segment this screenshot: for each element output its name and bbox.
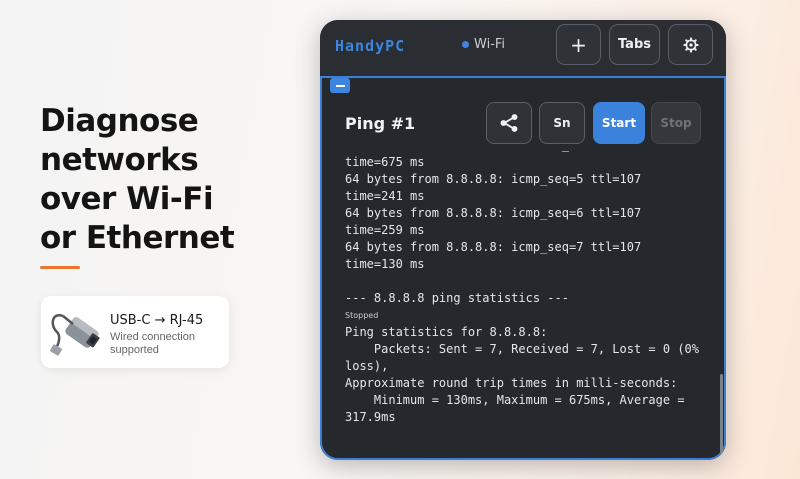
- connection-label: Wi-Fi: [474, 37, 506, 52]
- app-titlebar: HandyPC Wi-Fi + Tabs: [320, 20, 726, 76]
- settings-button[interactable]: [668, 24, 713, 65]
- console-line: 64 bytes from 8.8.8.8: icmp_seq=6 ttl=10…: [345, 206, 642, 220]
- adapter-title: USB-C → RJ-45: [110, 313, 204, 328]
- sn-button[interactable]: Sn: [539, 102, 585, 144]
- headline: Diagnose networks over Wi-Fi or Ethernet: [40, 102, 290, 258]
- accent-divider: [40, 266, 80, 269]
- console-line: Ping statistics for 8.8.8.8:: [345, 325, 548, 339]
- start-button[interactable]: Start: [593, 102, 645, 144]
- usb-ethernet-adapter-icon: [50, 313, 100, 356]
- headline-line: or Ethernet: [40, 220, 235, 256]
- console-line: 64 bytes from 8.8.8.8: icmp_seq=5 ttl=10…: [345, 172, 642, 186]
- console-line: time=241 ms: [345, 189, 425, 203]
- app-window: HandyPC Wi-Fi + Tabs Ping #1 Sn Start St…: [320, 20, 726, 460]
- console-line: time=675 ms: [345, 155, 425, 169]
- console-line: --- 8.8.8.8 ping statistics ---: [345, 291, 569, 305]
- headline-line: networks: [40, 142, 199, 178]
- stop-button[interactable]: Stop: [651, 102, 701, 144]
- console-line: Packets: Sent = 7, Received = 7, Lost = …: [345, 342, 700, 356]
- gear-icon: [682, 36, 699, 53]
- console-line: 317.9ms: [345, 410, 396, 424]
- console-line: Approximate round trip times in milli-se…: [345, 376, 678, 390]
- tabs-button[interactable]: Tabs: [609, 24, 660, 65]
- console-output[interactable]: – time=675 ms 64 bytes from 8.8.8.8: icm…: [345, 148, 715, 448]
- connection-status-dot: [462, 41, 469, 48]
- console-scrollbar[interactable]: [720, 374, 723, 454]
- ping-panel: Ping #1 Sn Start Stop – time=675 ms 64 b…: [320, 76, 726, 460]
- app-brand: HandyPC: [335, 37, 406, 55]
- adapter-card: USB-C → RJ-45 Wired connection supported: [41, 296, 229, 368]
- console-line: 64 bytes from 8.8.8.8: icmp_seq=7 ttl=10…: [345, 240, 642, 254]
- headline-line: over Wi-Fi: [40, 181, 214, 217]
- minus-icon: [335, 84, 345, 87]
- add-tab-button[interactable]: +: [556, 24, 601, 65]
- console-line: time=259 ms: [345, 223, 425, 237]
- console-status: Stopped: [345, 311, 379, 320]
- collapse-button[interactable]: [330, 78, 350, 93]
- console-line: Minimum = 130ms, Maximum = 675ms, Averag…: [345, 393, 685, 407]
- adapter-subtitle: Wired connection supported: [110, 331, 195, 356]
- share-button[interactable]: [486, 102, 532, 144]
- console-line: time=130 ms: [345, 257, 425, 271]
- headline-line: Diagnose: [40, 103, 199, 139]
- console-line: loss),: [345, 359, 389, 373]
- ping-title: Ping #1: [345, 114, 416, 133]
- share-icon: [500, 114, 518, 132]
